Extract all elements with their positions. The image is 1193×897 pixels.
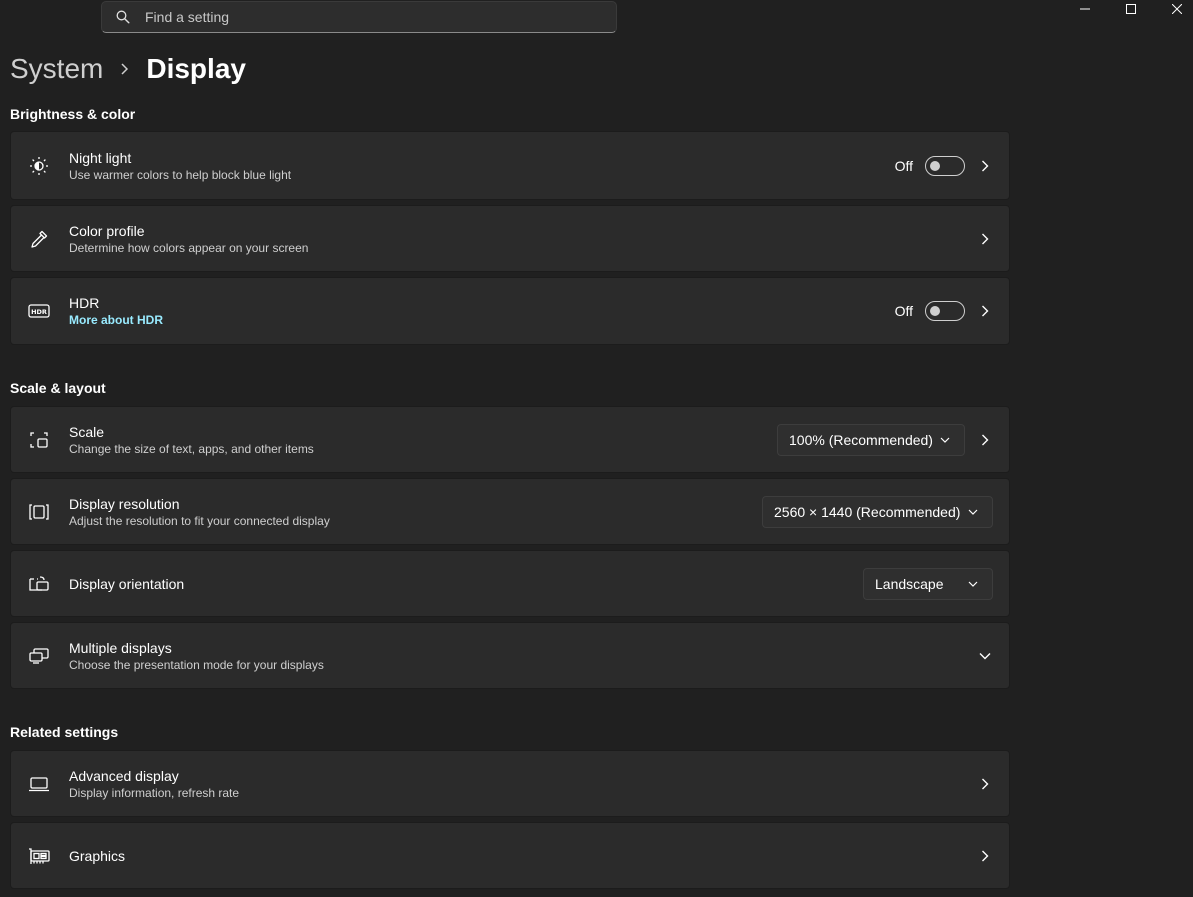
night-light-subtitle: Use warmer colors to help block blue lig… bbox=[69, 167, 292, 182]
resolution-dropdown[interactable]: 2560 × 1440 (Recommended) bbox=[762, 495, 993, 528]
night-light-title: Night light bbox=[69, 149, 132, 166]
display-orientation-card[interactable]: Display orientation Landscape bbox=[10, 550, 1010, 617]
hdr-toggle[interactable] bbox=[925, 301, 965, 321]
color-profile-subtitle: Determine how colors appear on your scre… bbox=[69, 240, 309, 255]
graphics-title: Graphics bbox=[69, 847, 126, 864]
hdr-card[interactable]: HDR HDR More about HDR Off bbox=[10, 277, 1010, 345]
svg-text:HDR: HDR bbox=[31, 308, 47, 316]
graphics-card[interactable]: Graphics bbox=[10, 822, 1010, 889]
laptop-icon bbox=[28, 773, 50, 795]
maximize-icon bbox=[1126, 4, 1136, 14]
multiple-displays-card[interactable]: Multiple displays Choose the presentatio… bbox=[10, 622, 1010, 689]
hdr-state: Off bbox=[894, 303, 913, 319]
resolution-subtitle: Adjust the resolution to fit your connec… bbox=[69, 513, 330, 528]
chevron-down-icon bbox=[940, 437, 950, 443]
maximize-button[interactable] bbox=[1108, 0, 1154, 18]
close-button[interactable] bbox=[1154, 0, 1193, 18]
chevron-right-icon[interactable] bbox=[977, 158, 993, 174]
color-profile-title: Color profile bbox=[69, 222, 145, 239]
eyedropper-icon bbox=[28, 228, 50, 250]
resolution-title: Display resolution bbox=[69, 495, 180, 512]
hdr-link[interactable]: More about HDR bbox=[69, 312, 163, 328]
advanced-display-subtitle: Display information, refresh rate bbox=[69, 785, 240, 800]
minimize-icon bbox=[1080, 4, 1090, 14]
resolution-icon bbox=[28, 501, 50, 523]
section-title-scale-layout: Scale & layout bbox=[10, 380, 106, 396]
close-icon bbox=[1172, 4, 1182, 14]
scale-dropdown-value: 100% (Recommended) bbox=[789, 431, 933, 448]
night-light-card[interactable]: Night light Use warmer colors to help bl… bbox=[10, 131, 1010, 200]
resolution-dropdown-value: 2560 × 1440 (Recommended) bbox=[774, 503, 961, 520]
page-title: Display bbox=[146, 53, 246, 84]
scale-icon bbox=[28, 429, 50, 451]
search-box[interactable] bbox=[101, 1, 617, 33]
chevron-right-icon[interactable] bbox=[977, 776, 993, 792]
chevron-down-icon bbox=[968, 581, 978, 587]
color-profile-card[interactable]: Color profile Determine how colors appea… bbox=[10, 205, 1010, 272]
advanced-display-title: Advanced display bbox=[69, 767, 179, 784]
multiple-displays-title: Multiple displays bbox=[69, 639, 172, 656]
chevron-right-icon[interactable] bbox=[977, 231, 993, 247]
chevron-right-icon[interactable] bbox=[977, 303, 993, 319]
section-title-related: Related settings bbox=[10, 724, 119, 740]
multiple-displays-subtitle: Choose the presentation mode for your di… bbox=[69, 657, 324, 672]
chevron-right-icon[interactable] bbox=[977, 432, 993, 448]
chevron-down-icon bbox=[968, 509, 978, 515]
night-light-state: Off bbox=[894, 157, 913, 174]
scale-dropdown[interactable]: 100% (Recommended) bbox=[777, 423, 965, 456]
scale-title: Scale bbox=[69, 423, 105, 440]
orientation-title: Display orientation bbox=[69, 575, 185, 592]
multiple-displays-icon bbox=[28, 645, 50, 667]
minimize-button[interactable] bbox=[1062, 0, 1108, 18]
chevron-down-icon[interactable] bbox=[977, 648, 993, 664]
breadcrumb: System Display bbox=[10, 50, 246, 88]
chevron-right-icon[interactable] bbox=[977, 848, 993, 864]
scale-subtitle: Change the size of text, apps, and other… bbox=[69, 441, 314, 456]
night-light-toggle[interactable] bbox=[925, 155, 965, 176]
orientation-icon bbox=[28, 573, 50, 595]
hdr-icon: HDR bbox=[28, 300, 50, 322]
scale-card[interactable]: Scale Change the size of text, apps, and… bbox=[10, 406, 1010, 473]
advanced-display-card[interactable]: Advanced display Display information, re… bbox=[10, 750, 1010, 817]
display-resolution-card[interactable]: Display resolution Adjust the resolution… bbox=[10, 478, 1010, 545]
section-title-brightness: Brightness & color bbox=[10, 106, 136, 122]
orientation-dropdown[interactable]: Landscape bbox=[863, 567, 993, 600]
search-icon bbox=[115, 9, 131, 25]
night-light-icon bbox=[28, 155, 50, 177]
orientation-dropdown-value: Landscape bbox=[875, 575, 944, 592]
graphics-card-icon bbox=[28, 845, 50, 867]
breadcrumb-system[interactable]: System bbox=[10, 53, 103, 85]
hdr-title: HDR bbox=[69, 295, 100, 311]
search-input[interactable] bbox=[143, 8, 583, 26]
chevron-right-icon bbox=[120, 62, 130, 76]
